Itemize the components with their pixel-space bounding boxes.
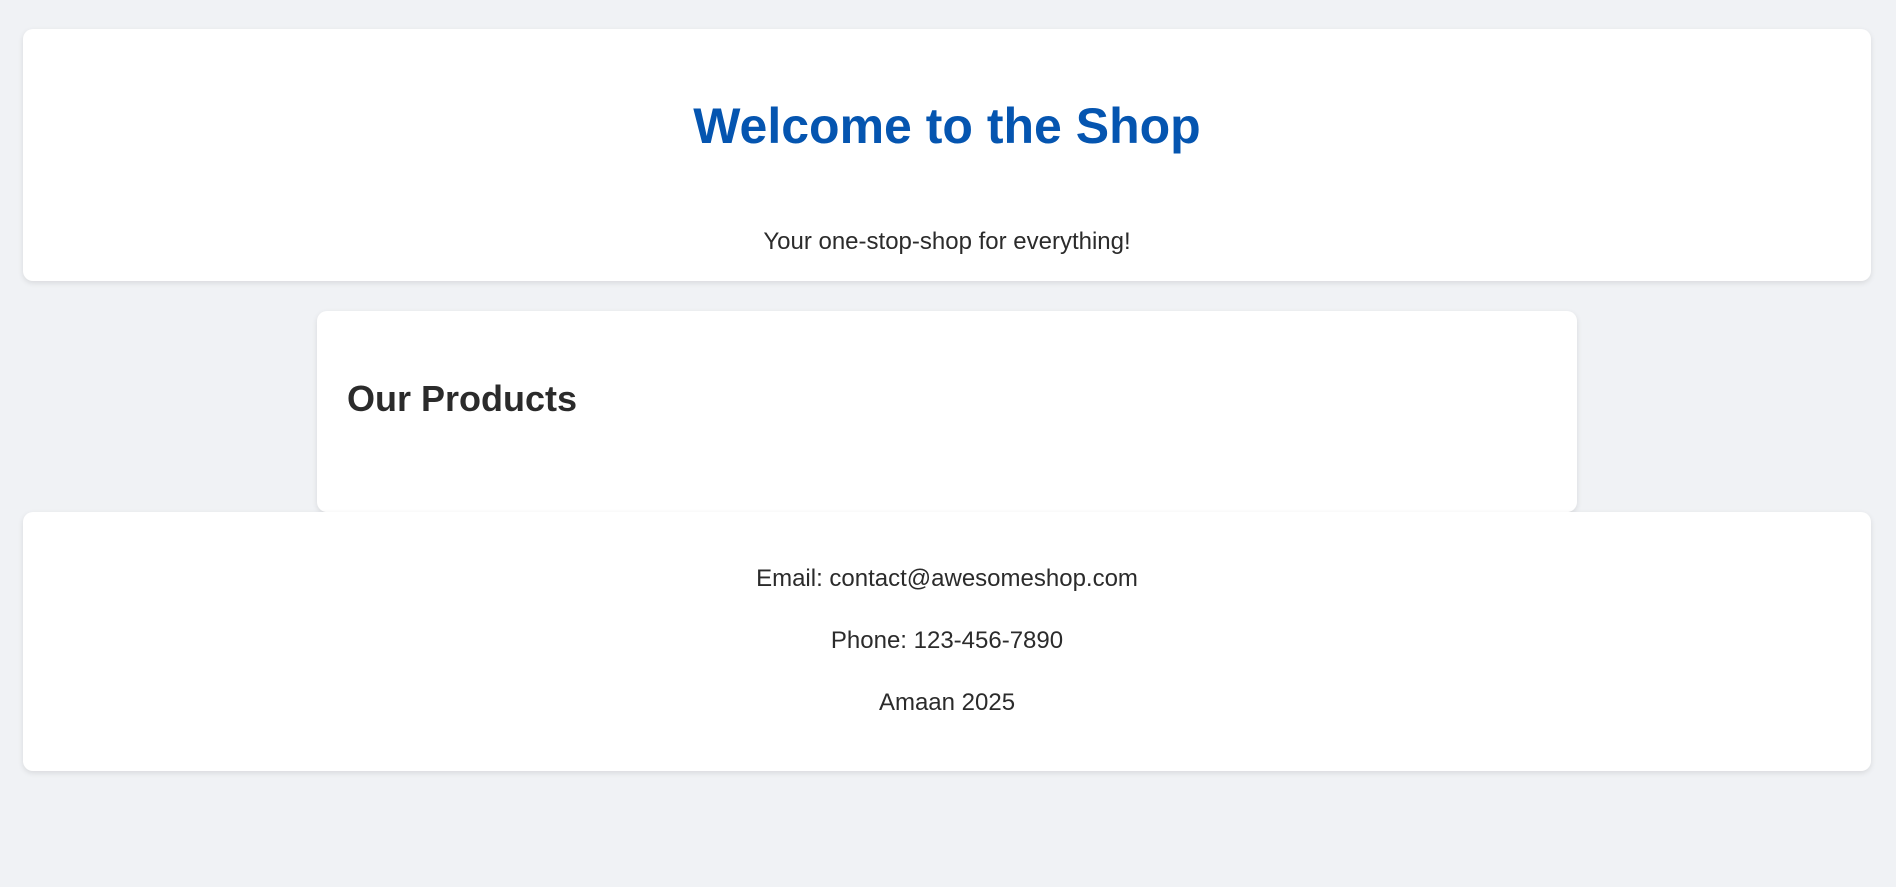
contact-phone: Phone: 123-456-7890 xyxy=(830,627,1064,654)
products-heading: Our Products xyxy=(347,378,578,419)
site-footer: Email: contact@awesomeshop.com Phone: 12… xyxy=(23,512,1871,771)
products-section: Our Products xyxy=(317,311,1577,512)
page-title: Welcome to the Shop xyxy=(693,98,1201,154)
footer-credit: Amaan 2025 xyxy=(878,689,1016,716)
page-subtitle: Your one-stop-shop for everything! xyxy=(763,228,1131,255)
site-header: Welcome to the Shop Your one-stop-shop f… xyxy=(23,29,1871,281)
contact-email: Email: contact@awesomeshop.com xyxy=(756,565,1138,592)
